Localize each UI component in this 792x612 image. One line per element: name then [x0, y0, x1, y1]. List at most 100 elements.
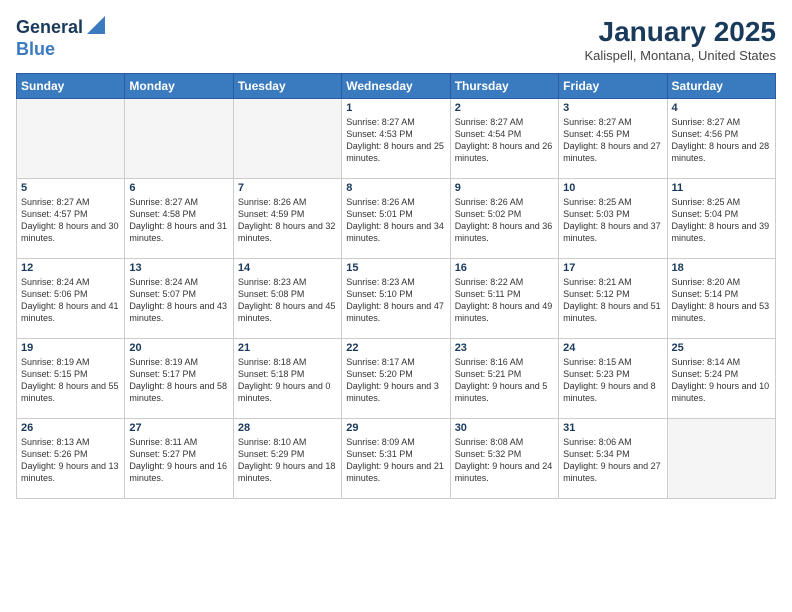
- day-info: Sunrise: 8:27 AMSunset: 4:55 PMDaylight:…: [563, 116, 662, 165]
- day-number: 7: [238, 182, 337, 194]
- day-number: 1: [346, 102, 445, 114]
- day-header-saturday: Saturday: [667, 74, 775, 99]
- day-cell-31: 31 Sunrise: 8:06 AMSunset: 5:34 PMDayligh…: [559, 419, 667, 499]
- empty-cell: [667, 419, 775, 499]
- day-info: Sunrise: 8:18 AMSunset: 5:18 PMDaylight:…: [238, 356, 337, 405]
- page-subtitle: Kalispell, Montana, United States: [585, 48, 777, 63]
- day-number: 30: [455, 422, 554, 434]
- day-number: 10: [563, 182, 662, 194]
- day-number: 20: [129, 342, 228, 354]
- day-cell-22: 22Sunrise: 8:17 AMSunset: 5:20 PMDayligh…: [342, 339, 450, 419]
- day-number: 18: [672, 262, 771, 274]
- logo-general-text: General: [16, 17, 83, 38]
- day-header-sunday: Sunday: [17, 74, 125, 99]
- day-cell-6: 6 Sunrise: 8:27 AMSunset: 4:58 PMDaylight…: [125, 179, 233, 259]
- day-info: Sunrise: 8:16 AMSunset: 5:21 PMDaylight:…: [455, 356, 554, 405]
- day-number: 4: [672, 102, 771, 114]
- day-number: 2: [455, 102, 554, 114]
- day-info: Sunrise: 8:27 AMSunset: 4:58 PMDaylight:…: [129, 196, 228, 245]
- day-cell-10: 10 Sunrise: 8:25 AMSunset: 5:03 PMDayligh…: [559, 179, 667, 259]
- day-cell-14: 14 Sunrise: 8:23 AMSunset: 5:08 PMDayligh…: [233, 259, 341, 339]
- day-number: 15: [346, 262, 445, 274]
- day-cell-2: 2 Sunrise: 8:27 AMSunset: 4:54 PMDaylight…: [450, 99, 558, 179]
- day-cell-17: 17 Sunrise: 8:21 AMSunset: 5:12 PMDayligh…: [559, 259, 667, 339]
- day-info: Sunrise: 8:23 AMSunset: 5:08 PMDaylight:…: [238, 276, 337, 325]
- day-number: 31: [563, 422, 662, 434]
- day-info: Sunrise: 8:27 AMSunset: 4:57 PMDaylight:…: [21, 196, 120, 245]
- day-info: Sunrise: 8:10 AMSunset: 5:29 PMDaylight:…: [238, 436, 337, 485]
- day-info: Sunrise: 8:21 AMSunset: 5:12 PMDaylight:…: [563, 276, 662, 325]
- week-row-1: 1 Sunrise: 8:27 AMSunset: 4:53 PMDaylight…: [17, 99, 776, 179]
- day-number: 17: [563, 262, 662, 274]
- day-cell-30: 30 Sunrise: 8:08 AMSunset: 5:32 PMDayligh…: [450, 419, 558, 499]
- day-info: Sunrise: 8:24 AMSunset: 5:06 PMDaylight:…: [21, 276, 120, 325]
- day-number: 9: [455, 182, 554, 194]
- day-header-tuesday: Tuesday: [233, 74, 341, 99]
- day-cell-21: 21Sunrise: 8:18 AMSunset: 5:18 PMDayligh…: [233, 339, 341, 419]
- day-info: Sunrise: 8:20 AMSunset: 5:14 PMDaylight:…: [672, 276, 771, 325]
- day-cell-27: 27 Sunrise: 8:11 AMSunset: 5:27 PMDayligh…: [125, 419, 233, 499]
- day-info: Sunrise: 8:08 AMSunset: 5:32 PMDaylight:…: [455, 436, 554, 485]
- day-info: Sunrise: 8:26 AMSunset: 5:01 PMDaylight:…: [346, 196, 445, 245]
- day-number: 22: [346, 342, 445, 354]
- day-info: Sunrise: 8:23 AMSunset: 5:10 PMDaylight:…: [346, 276, 445, 325]
- day-number: 14: [238, 262, 337, 274]
- day-cell-7: 7 Sunrise: 8:26 AMSunset: 4:59 PMDaylight…: [233, 179, 341, 259]
- day-cell-18: 18 Sunrise: 8:20 AMSunset: 5:14 PMDayligh…: [667, 259, 775, 339]
- day-number: 27: [129, 422, 228, 434]
- day-info: Sunrise: 8:14 AMSunset: 5:24 PMDaylight:…: [672, 356, 771, 405]
- day-info: Sunrise: 8:06 AMSunset: 5:34 PMDaylight:…: [563, 436, 662, 485]
- day-number: 12: [21, 262, 120, 274]
- day-number: 16: [455, 262, 554, 274]
- day-info: Sunrise: 8:13 AMSunset: 5:26 PMDaylight:…: [21, 436, 120, 485]
- day-info: Sunrise: 8:24 AMSunset: 5:07 PMDaylight:…: [129, 276, 228, 325]
- day-info: Sunrise: 8:25 AMSunset: 5:03 PMDaylight:…: [563, 196, 662, 245]
- day-cell-3: 3 Sunrise: 8:27 AMSunset: 4:55 PMDaylight…: [559, 99, 667, 179]
- day-number: 29: [346, 422, 445, 434]
- day-number: 6: [129, 182, 228, 194]
- day-info: Sunrise: 8:27 AMSunset: 4:56 PMDaylight:…: [672, 116, 771, 165]
- day-number: 24: [563, 342, 662, 354]
- day-number: 23: [455, 342, 554, 354]
- day-number: 8: [346, 182, 445, 194]
- day-cell-12: 12 Sunrise: 8:24 AMSunset: 5:06 PMDayligh…: [17, 259, 125, 339]
- day-cell-11: 11Sunrise: 8:25 AMSunset: 5:04 PMDayligh…: [667, 179, 775, 259]
- day-info: Sunrise: 8:22 AMSunset: 5:11 PMDaylight:…: [455, 276, 554, 325]
- day-info: Sunrise: 8:26 AMSunset: 4:59 PMDaylight:…: [238, 196, 337, 245]
- day-cell-20: 20 Sunrise: 8:19 AMSunset: 5:17 PMDayligh…: [125, 339, 233, 419]
- day-cell-19: 19Sunrise: 8:19 AMSunset: 5:15 PMDayligh…: [17, 339, 125, 419]
- empty-cell: [233, 99, 341, 179]
- week-row-3: 12 Sunrise: 8:24 AMSunset: 5:06 PMDayligh…: [17, 259, 776, 339]
- day-header-wednesday: Wednesday: [342, 74, 450, 99]
- day-cell-24: 24 Sunrise: 8:15 AMSunset: 5:23 PMDayligh…: [559, 339, 667, 419]
- day-header-monday: Monday: [125, 74, 233, 99]
- day-info: Sunrise: 8:27 AMSunset: 4:54 PMDaylight:…: [455, 116, 554, 165]
- week-row-5: 26Sunrise: 8:13 AMSunset: 5:26 PMDayligh…: [17, 419, 776, 499]
- logo-triangle-icon: [87, 16, 105, 39]
- day-header-thursday: Thursday: [450, 74, 558, 99]
- day-cell-23: 23 Sunrise: 8:16 AMSunset: 5:21 PMDayligh…: [450, 339, 558, 419]
- day-number: 3: [563, 102, 662, 114]
- day-info: Sunrise: 8:11 AMSunset: 5:27 PMDaylight:…: [129, 436, 228, 485]
- empty-cell: [17, 99, 125, 179]
- day-info: Sunrise: 8:26 AMSunset: 5:02 PMDaylight:…: [455, 196, 554, 245]
- day-cell-13: 13 Sunrise: 8:24 AMSunset: 5:07 PMDayligh…: [125, 259, 233, 339]
- day-number: 13: [129, 262, 228, 274]
- day-cell-8: 8 Sunrise: 8:26 AMSunset: 5:01 PMDaylight…: [342, 179, 450, 259]
- day-cell-4: 4 Sunrise: 8:27 AMSunset: 4:56 PMDaylight…: [667, 99, 775, 179]
- page-title: January 2025: [585, 16, 777, 48]
- day-number: 11: [672, 182, 771, 194]
- day-header-friday: Friday: [559, 74, 667, 99]
- day-info: Sunrise: 8:19 AMSunset: 5:17 PMDaylight:…: [129, 356, 228, 405]
- logo-blue-text: Blue: [16, 39, 55, 59]
- day-info: Sunrise: 8:19 AMSunset: 5:15 PMDaylight:…: [21, 356, 120, 405]
- title-section: January 2025 Kalispell, Montana, United …: [585, 16, 777, 63]
- logo: General Blue: [16, 16, 105, 60]
- day-info: Sunrise: 8:27 AMSunset: 4:53 PMDaylight:…: [346, 116, 445, 165]
- page-header: General Blue January 2025 Kalispell, Mon…: [16, 16, 776, 63]
- day-info: Sunrise: 8:15 AMSunset: 5:23 PMDaylight:…: [563, 356, 662, 405]
- day-cell-5: 5Sunrise: 8:27 AMSunset: 4:57 PMDaylight…: [17, 179, 125, 259]
- day-cell-29: 29Sunrise: 8:09 AMSunset: 5:31 PMDayligh…: [342, 419, 450, 499]
- week-row-2: 5Sunrise: 8:27 AMSunset: 4:57 PMDaylight…: [17, 179, 776, 259]
- empty-cell: [125, 99, 233, 179]
